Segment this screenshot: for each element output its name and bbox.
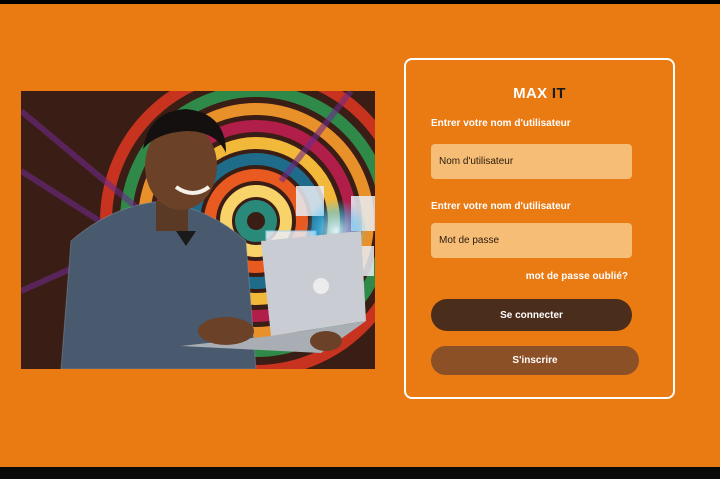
password-label: Entrer votre nom d'utilisateur: [431, 201, 571, 212]
hero-image: [21, 91, 375, 369]
username-label: Entrer votre nom d'utilisateur: [431, 118, 571, 129]
bottom-bar: [0, 467, 720, 479]
page-background: MAX IT Entrer votre nom d'utilisateur En…: [0, 4, 720, 467]
forgot-password-link[interactable]: mot de passe oublié?: [526, 271, 628, 282]
login-card: MAX IT Entrer votre nom d'utilisateur En…: [404, 58, 675, 399]
brand-max: MAX: [513, 85, 548, 102]
password-input[interactable]: [431, 223, 632, 258]
brand-title: MAX IT: [406, 85, 673, 102]
brand-it: IT: [547, 85, 566, 102]
hero-illustration: [21, 91, 375, 369]
login-button[interactable]: Se connecter: [431, 299, 632, 331]
username-input[interactable]: [431, 144, 632, 179]
signup-button[interactable]: S'inscrire: [431, 346, 639, 375]
